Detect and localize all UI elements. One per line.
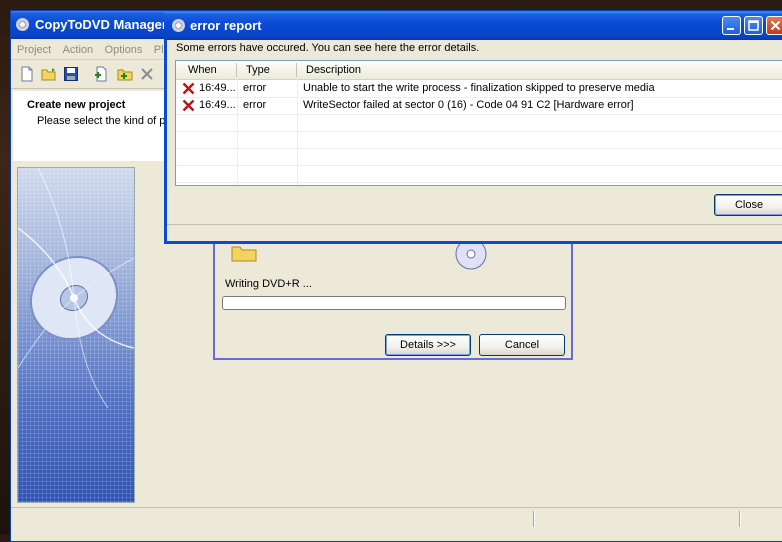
row-description: WriteSector failed at sector 0 (16) - Co… (303, 99, 634, 111)
side-banner-image (17, 167, 135, 503)
maximize-icon (748, 20, 759, 31)
disc-app-icon (172, 19, 185, 32)
error-dialog-title: error report (190, 18, 262, 33)
wizard-subtitle: Please select the kind of pr (37, 115, 170, 127)
minimize-icon (727, 28, 734, 30)
wizard-header: Create new project Please select the kin… (13, 91, 173, 161)
empty-row (176, 131, 782, 149)
column-separator (236, 63, 237, 77)
error-message: Some errors have occured. You can see he… (176, 42, 480, 54)
save-icon[interactable] (63, 66, 79, 82)
table-row[interactable]: 16:49... error Unable to start the write… (176, 80, 782, 98)
menu-action[interactable]: Action (63, 44, 94, 56)
add-folder-icon[interactable] (117, 66, 133, 82)
minimize-button[interactable] (722, 16, 741, 35)
remove-icon[interactable] (139, 66, 155, 82)
status-separator (533, 511, 535, 527)
error-dialog-titlebar[interactable]: error report (164, 12, 782, 40)
column-description[interactable]: Description (306, 64, 361, 76)
status-separator (739, 511, 741, 527)
empty-row (176, 165, 782, 183)
row-when: 16:49... (199, 99, 236, 111)
empty-row (176, 114, 782, 132)
maximize-button[interactable] (744, 16, 763, 35)
error-list-header: When Type Description (176, 61, 782, 80)
folder-icon (231, 246, 257, 262)
new-file-icon[interactable] (19, 66, 35, 82)
menu-options[interactable]: Options (105, 44, 143, 56)
add-files-icon[interactable] (93, 66, 109, 82)
error-list: When Type Description 16:49... error Una… (175, 60, 782, 186)
row-when: 16:49... (199, 82, 236, 94)
row-description: Unable to start the write process - fina… (303, 82, 655, 94)
status-bar (11, 507, 782, 532)
close-button[interactable]: Close (714, 194, 782, 216)
dialog-bottom-divider (167, 224, 782, 225)
write-progress-bar (222, 296, 566, 310)
menu-project[interactable]: Project (17, 44, 51, 56)
menu-partial[interactable]: Pl (154, 44, 164, 56)
column-when[interactable]: When (188, 64, 217, 76)
row-type: error (243, 99, 267, 111)
column-type[interactable]: Type (246, 64, 270, 76)
column-separator (296, 63, 297, 77)
close-window-button[interactable] (766, 16, 782, 35)
cancel-button[interactable]: Cancel (479, 334, 565, 356)
error-x-icon (182, 82, 195, 95)
row-type: error (243, 82, 267, 94)
empty-row (176, 148, 782, 166)
app-title: CopyToDVD Manager (35, 17, 167, 32)
close-icon (770, 20, 781, 31)
error-report-dialog: error report Some errors have occured. Y… (164, 12, 782, 244)
details-button[interactable]: Details >>> (385, 334, 471, 356)
disc-app-icon (16, 18, 29, 31)
error-x-icon (182, 99, 195, 112)
write-progress-dialog: Writing DVD+R ... Details >>> Cancel (213, 236, 573, 360)
progress-status-text: Writing DVD+R ... (225, 278, 312, 290)
wizard-title: Create new project (27, 99, 126, 111)
open-folder-icon[interactable] (41, 66, 57, 82)
disc-graphic-icon (17, 167, 135, 409)
table-row[interactable]: 16:49... error WriteSector failed at sec… (176, 97, 782, 115)
